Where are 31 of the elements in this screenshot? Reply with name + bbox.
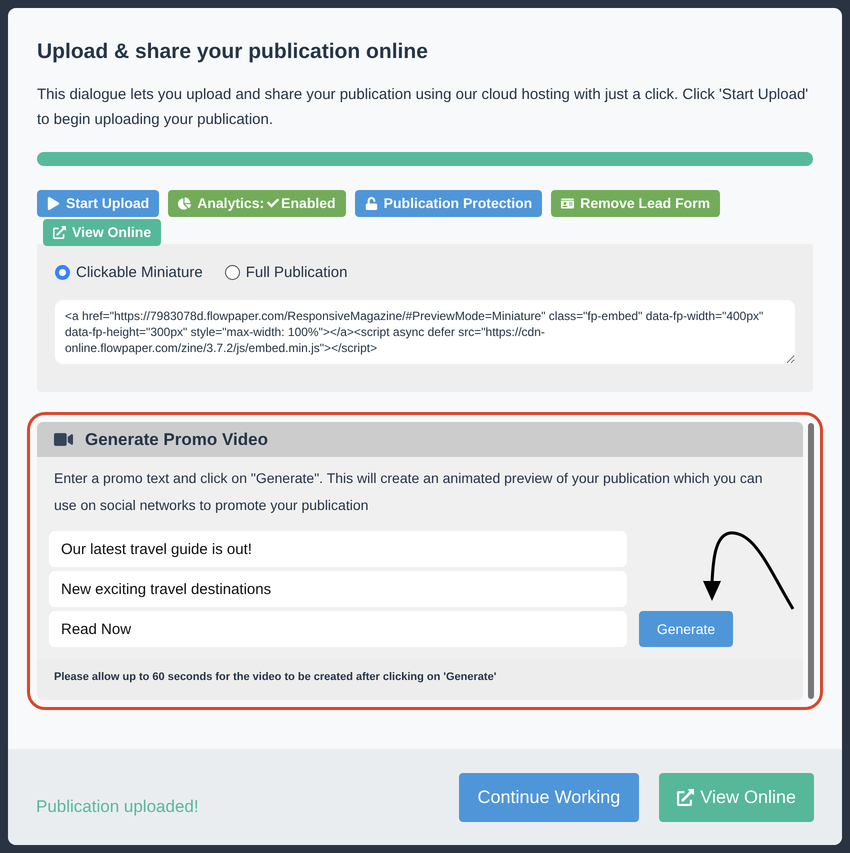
lock-icon <box>364 196 378 210</box>
toolbar-button[interactable]: View Online <box>43 218 162 246</box>
toolbar-button[interactable]: Analytics: Enabled <box>168 190 346 216</box>
dialog-description: This dialogue lets you upload and share your publication using our cloud hosting with just a click. Click 'Start Upload' to begin uploading your publication. <box>37 84 810 130</box>
radio-button[interactable] <box>224 265 240 280</box>
continue-working-button[interactable]: Continue Working <box>458 772 640 822</box>
toolbar-button[interactable]: Start Upload <box>37 190 160 216</box>
check-icon <box>267 197 280 209</box>
chart-icon <box>178 196 192 210</box>
card-icon <box>561 196 574 210</box>
radio-option[interactable]: Clickable Miniature <box>55 262 203 284</box>
dialog-title: Upload & share your publication online <box>37 39 429 65</box>
scrollbar[interactable] <box>808 423 814 698</box>
external-link-icon <box>677 788 694 806</box>
radio-button[interactable] <box>55 265 70 280</box>
generate-button[interactable]: Generate <box>639 611 733 647</box>
play-icon <box>47 196 60 210</box>
promo-description: Enter a promo text and click on "Generate". This will create an animated preview of your publication which you can use on social networks to promote your publication <box>53 469 764 515</box>
promo-title: Generate Promo Video <box>85 428 268 451</box>
upload-status: Publication uploaded! <box>36 796 200 818</box>
promo-text-field[interactable]: New exciting travel destinations <box>49 571 627 607</box>
external-icon <box>53 226 66 238</box>
embed-code-field[interactable]: <a href="https://7983078d.flowpaper.com/ResponsiveMagazine/#PreviewMode=Miniature" class="fp-embed" data-fp-width="400px" data-fp-height="300px" style="max-width: 100%"></a><script async defer src="https://cdn-online.flowpaper.com/zine/3.7.2/js/embed.min.js"></script> <box>55 300 795 364</box>
toolbar-button[interactable]: Publication Protection <box>354 190 542 216</box>
toolbar-button[interactable]: Remove Lead Form <box>551 190 720 216</box>
video-camera-icon <box>54 430 73 449</box>
promo-text-field[interactable]: Read Now <box>49 611 627 647</box>
radio-option[interactable]: Full Publication <box>224 262 348 284</box>
promo-text-field[interactable]: Our latest travel guide is out! <box>49 531 627 567</box>
view-online-button[interactable]: View Online <box>659 772 814 822</box>
promo-note: Please allow up to 60 seconds for the video to be created after clicking on 'Generate' <box>53 670 498 685</box>
